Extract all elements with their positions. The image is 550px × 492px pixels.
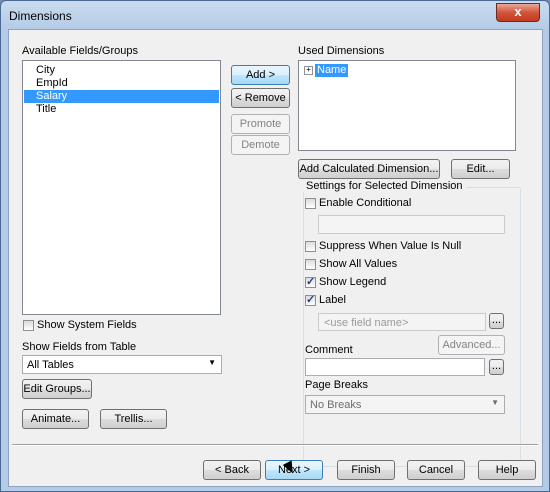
advanced-button[interactable]: Advanced... <box>438 335 505 355</box>
footer-separator <box>12 444 538 446</box>
page-breaks-value: No Breaks <box>310 399 362 411</box>
trellis-button[interactable]: Trellis... <box>100 409 167 429</box>
promote-button[interactable]: Promote <box>231 114 290 134</box>
table-select[interactable]: All Tables ▼ <box>22 355 222 374</box>
settings-group-title: Settings for Selected Dimension <box>303 180 466 192</box>
conditional-expression-input[interactable] <box>318 215 505 234</box>
window-title: Dimensions <box>9 9 72 23</box>
remove-button[interactable]: < Remove <box>231 88 290 108</box>
available-fields-label: Available Fields/Groups <box>22 45 138 57</box>
table-select-value: All Tables <box>27 359 74 371</box>
suppress-null-label: Suppress When Value Is Null <box>319 240 462 252</box>
used-dimensions-label: Used Dimensions <box>298 45 385 57</box>
list-item-title[interactable]: Title <box>24 103 231 116</box>
show-all-values-label: Show All Values <box>319 258 398 270</box>
label-ellipsis-button[interactable]: ... <box>489 313 504 329</box>
enable-conditional-checkbox[interactable] <box>305 198 316 209</box>
show-system-fields-checkbox[interactable] <box>23 320 34 331</box>
show-system-fields-label: Show System Fields <box>37 319 137 331</box>
back-button[interactable]: < Back <box>203 460 261 480</box>
label-input[interactable]: <use field name> <box>318 313 486 331</box>
used-item-name[interactable]: + Name <box>302 64 365 77</box>
list-item-salary[interactable]: Salary <box>24 90 219 103</box>
dialog-body: Available Fields/Groups City EmpId Salar… <box>8 29 543 487</box>
demote-button[interactable]: Demote <box>231 135 290 155</box>
help-button[interactable]: Help <box>478 460 536 480</box>
label-checkbox[interactable] <box>305 293 316 306</box>
list-item-empid[interactable]: EmpId <box>24 77 231 90</box>
edit-button[interactable]: Edit... <box>451 159 510 179</box>
show-legend-label: Show Legend <box>319 276 387 288</box>
used-item-label: Name <box>315 64 349 77</box>
available-fields-list[interactable]: City EmpId Salary Title <box>22 60 221 315</box>
show-all-values-checkbox[interactable] <box>305 259 316 270</box>
expand-icon[interactable]: + <box>304 66 313 75</box>
dimensions-dialog: Dimensions x Available Fields/Groups Cit… <box>0 0 550 492</box>
label-input-placeholder: <use field name> <box>324 317 409 329</box>
chevron-down-icon: ▼ <box>208 358 216 367</box>
close-button[interactable]: x <box>496 3 540 22</box>
list-item-city[interactable]: City <box>24 64 231 77</box>
chevron-down-icon: ▼ <box>491 398 499 407</box>
enable-conditional-label: Enable Conditional <box>319 197 412 209</box>
comment-ellipsis-button[interactable]: ... <box>489 359 504 375</box>
animate-button[interactable]: Animate... <box>22 409 89 429</box>
suppress-null-checkbox[interactable] <box>305 241 316 252</box>
show-fields-from-table-label: Show Fields from Table <box>22 341 137 353</box>
comment-input[interactable] <box>305 358 485 376</box>
add-calculated-dimension-button[interactable]: Add Calculated Dimension... <box>298 159 440 179</box>
finish-button[interactable]: Finish <box>337 460 395 480</box>
comment-label: Comment <box>305 344 353 356</box>
title-bar: Dimensions x <box>1 1 549 29</box>
add-button[interactable]: Add > <box>231 65 290 85</box>
used-dimensions-list[interactable]: + Name <box>298 60 516 151</box>
page-breaks-select[interactable]: No Breaks ▼ <box>305 395 505 414</box>
show-legend-checkbox[interactable] <box>305 275 316 288</box>
edit-groups-button[interactable]: Edit Groups... <box>22 379 92 399</box>
page-breaks-label: Page Breaks <box>305 379 368 391</box>
cancel-button[interactable]: Cancel <box>407 460 465 480</box>
label-option-label: Label <box>319 294 346 306</box>
